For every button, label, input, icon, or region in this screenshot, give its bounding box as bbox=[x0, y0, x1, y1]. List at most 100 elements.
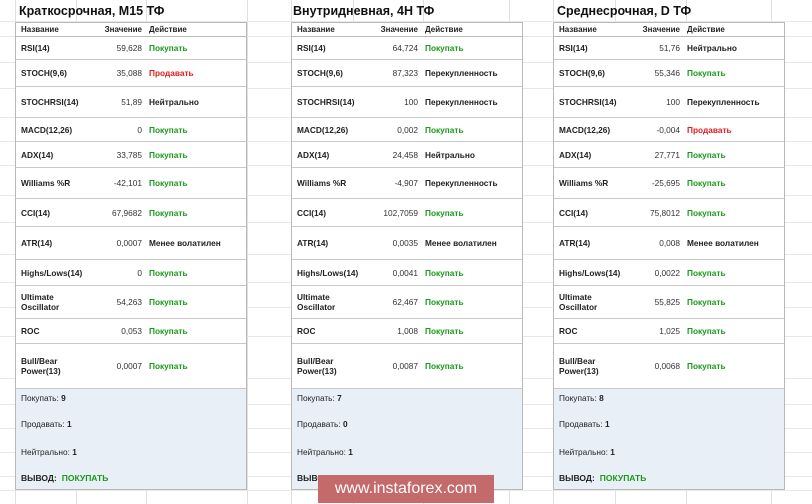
indicator-name: ROC bbox=[559, 326, 578, 336]
summary-count: 7 bbox=[337, 393, 342, 403]
table-row: Highs/Lows(14) 0 Покупать bbox=[16, 260, 246, 286]
indicator-action: Покупать bbox=[425, 124, 464, 135]
indicator-action: Продавать bbox=[149, 68, 194, 78]
indicator-name: Highs/Lows(14) bbox=[559, 267, 621, 278]
indicator-value: 100 bbox=[404, 97, 418, 107]
summary-count: 9 bbox=[61, 393, 66, 403]
indicator-value: -25,695 bbox=[651, 178, 680, 188]
indicator-value: 55,825 bbox=[654, 297, 680, 307]
summary-label: Покупать: bbox=[559, 393, 597, 403]
indicator-name: RSI(14) bbox=[559, 43, 588, 53]
indicator-value: 54,263 bbox=[116, 297, 142, 307]
summary-count: 8 bbox=[599, 393, 604, 403]
verdict-label: ВЫВОД: bbox=[559, 473, 595, 483]
indicator-name: STOCHRSI(14) bbox=[559, 97, 617, 107]
indicator-action: Покупать bbox=[425, 297, 464, 307]
summary-neutral: Нейтрально: 1 bbox=[297, 447, 353, 457]
summary-label: Продавать: bbox=[559, 419, 603, 429]
table-row: CCI(14) 67,9682 Покупать bbox=[16, 199, 246, 227]
summary-label: Продавать: bbox=[297, 419, 341, 429]
indicator-action: Покупать bbox=[687, 297, 726, 307]
indicator-action: Покупать bbox=[687, 326, 726, 336]
indicator-value: 1,008 bbox=[397, 326, 418, 336]
indicator-name: Ultimate Oscillator bbox=[297, 292, 336, 312]
indicator-action: Покупать bbox=[149, 297, 188, 307]
table-row: ADX(14) 27,771 Покупать bbox=[554, 142, 784, 168]
indicator-value: -0,004 bbox=[656, 124, 680, 135]
indicator-action: Покупать bbox=[687, 267, 726, 278]
table-row: STOCH(9,6) 55,346 Покупать bbox=[554, 60, 784, 87]
indicator-name: Bull/Bear Power(13) bbox=[559, 356, 599, 376]
indicator-value: 102,7059 bbox=[383, 207, 418, 218]
verdict-label: ВЫВОД: bbox=[21, 473, 57, 483]
indicator-name: Williams %R bbox=[21, 178, 71, 188]
summary-count: 1 bbox=[348, 447, 353, 457]
indicator-action: Покупать bbox=[687, 361, 726, 371]
indicator-action: Покупать bbox=[425, 361, 464, 371]
summary-sell: Продавать: 0 bbox=[297, 419, 348, 429]
panel-title: Внутридневная, 4H ТФ bbox=[293, 4, 435, 18]
header-action: Действие bbox=[425, 25, 463, 34]
indicator-value: 24,458 bbox=[392, 149, 418, 160]
summary-block: Покупать: 8 Продавать: 1 Нейтрально: 1 ВЫВО… bbox=[554, 389, 784, 489]
header-value: Значение bbox=[642, 25, 680, 34]
indicator-value: -4,907 bbox=[394, 178, 418, 188]
indicator-action: Покупать bbox=[149, 124, 188, 135]
summary-sell: Продавать: 1 bbox=[559, 419, 610, 429]
indicator-name: STOCH(9,6) bbox=[21, 68, 67, 78]
indicator-name: CCI(14) bbox=[559, 207, 589, 218]
table-row: ATR(14) 0,0035 Менее волатилен bbox=[292, 227, 522, 260]
summary-buy: Покупать: 7 bbox=[297, 393, 342, 403]
indicator-value: 0,0007 bbox=[116, 361, 142, 371]
indicator-name: ATR(14) bbox=[297, 238, 329, 248]
table-row: Highs/Lows(14) 0,0041 Покупать bbox=[292, 260, 522, 286]
indicator-name: ROC bbox=[297, 326, 316, 336]
indicator-value: 0,002 bbox=[397, 124, 418, 135]
indicator-action: Покупать bbox=[149, 207, 188, 218]
indicator-value: 0,008 bbox=[659, 238, 680, 248]
table-row: CCI(14) 102,7059 Покупать bbox=[292, 199, 522, 227]
table-header: Название Значение Действие bbox=[16, 23, 246, 37]
indicator-action: Перекупленность bbox=[425, 97, 498, 107]
summary-label: Продавать: bbox=[21, 419, 65, 429]
indicator-value: 0,0068 bbox=[654, 361, 680, 371]
table-row: Williams %R -25,695 Покупать bbox=[554, 168, 784, 199]
indicator-name: RSI(14) bbox=[21, 43, 50, 53]
indicator-name: ATR(14) bbox=[559, 238, 591, 248]
table-row: Highs/Lows(14) 0,0022 Покупать bbox=[554, 260, 784, 286]
header-name: Название bbox=[297, 24, 335, 34]
summary-buy: Покупать: 8 bbox=[559, 393, 604, 403]
indicator-action: Покупать bbox=[687, 207, 726, 218]
summary-block: Покупать: 9 Продавать: 1 Нейтрально: 1 ВЫВО… bbox=[16, 389, 246, 489]
table-row: STOCH(9,6) 87,323 Перекупленность bbox=[292, 60, 522, 87]
indicator-value: 67,9682 bbox=[112, 207, 142, 218]
indicator-name: Highs/Lows(14) bbox=[21, 267, 83, 278]
table-row: CCI(14) 75,8012 Покупать bbox=[554, 199, 784, 227]
indicator-action: Менее волатилен bbox=[149, 238, 221, 248]
table-row: ADX(14) 24,458 Нейтрально bbox=[292, 142, 522, 168]
indicator-action: Нейтрально bbox=[425, 149, 475, 160]
indicator-action: Покупать bbox=[149, 178, 188, 188]
indicator-value: 0,0041 bbox=[392, 267, 418, 278]
summary-count: 1 bbox=[72, 447, 77, 457]
header-value: Значение bbox=[380, 25, 418, 34]
indicator-action: Покупать bbox=[149, 361, 188, 371]
header-name: Название bbox=[559, 24, 597, 34]
indicator-name: Bull/Bear Power(13) bbox=[21, 356, 61, 376]
indicator-action: Нейтрально bbox=[149, 97, 199, 107]
indicator-name: Ultimate Oscillator bbox=[21, 292, 60, 312]
indicator-name: STOCHRSI(14) bbox=[21, 97, 79, 107]
indicator-value: 64,724 bbox=[392, 43, 418, 53]
indicator-name: MACD(12,26) bbox=[21, 124, 73, 135]
indicator-value: 0,0087 bbox=[392, 361, 418, 371]
header-action: Действие bbox=[687, 25, 725, 34]
indicator-name: ADX(14) bbox=[297, 149, 330, 160]
table-row: ATR(14) 0,0007 Менее волатилен bbox=[16, 227, 246, 260]
table-row: ROC 1,008 Покупать bbox=[292, 319, 522, 344]
verdict: ВЫВОД: ПОКУПАТЬ bbox=[21, 473, 108, 483]
summary-label: Покупать: bbox=[21, 393, 59, 403]
indicator-name: CCI(14) bbox=[297, 207, 327, 218]
indicator-name: STOCHRSI(14) bbox=[297, 97, 355, 107]
table-row: MACD(12,26) 0 Покупать bbox=[16, 118, 246, 142]
table-header: Название Значение Действие bbox=[554, 23, 784, 37]
